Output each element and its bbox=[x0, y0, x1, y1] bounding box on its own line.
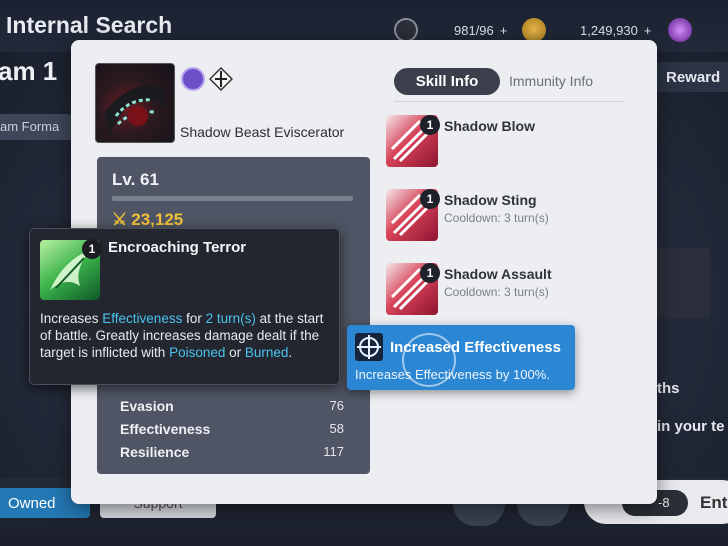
tab-skill-info[interactable]: Skill Info bbox=[394, 68, 500, 95]
info-tabs: Skill Info Immunity Info bbox=[394, 68, 620, 95]
crystal-resource[interactable] bbox=[668, 18, 692, 42]
crystal-icon bbox=[668, 18, 692, 42]
gold-value: 1,249,930 bbox=[580, 22, 638, 38]
effectiveness-buff-icon bbox=[355, 333, 383, 361]
background-text-1: ths bbox=[657, 380, 680, 397]
tooltip-description: Increases Effectiveness for 2 turn(s) at… bbox=[40, 310, 336, 361]
skill-level-badge: 1 bbox=[420, 263, 440, 283]
hero-card-right[interactable] bbox=[655, 248, 710, 318]
hero-name: Shadow Beast Eviscerator bbox=[180, 124, 345, 140]
skill-cooldown: Cooldown: 3 turn(s) bbox=[444, 285, 549, 299]
tab-divider bbox=[394, 101, 624, 102]
swords-icon: ⚔ bbox=[112, 210, 128, 229]
team-label: am 1 bbox=[0, 56, 58, 86]
desc-highlight: 2 turn(s) bbox=[205, 311, 256, 326]
desc-highlight[interactable]: Poisoned bbox=[169, 345, 225, 360]
stamina-resource[interactable]: 981/96 + bbox=[394, 18, 507, 42]
skill-name: Shadow Sting bbox=[444, 192, 537, 208]
desc-highlight[interactable]: Burned bbox=[245, 345, 289, 360]
gold-icon bbox=[522, 18, 546, 42]
desc-text: for bbox=[182, 311, 206, 326]
background-text-2: in your te bbox=[657, 418, 725, 435]
combat-power-value: 23,125 bbox=[131, 210, 184, 229]
tap-indicator bbox=[402, 333, 456, 387]
stat-value: 58 bbox=[329, 421, 344, 436]
combat-power: ⚔ 23,125 bbox=[112, 210, 183, 230]
element-badge-icon bbox=[181, 67, 205, 91]
stat-label: Effectiveness bbox=[120, 421, 211, 437]
stat-row-resilience: Resilience 117 bbox=[120, 444, 344, 460]
add-stamina-icon[interactable]: + bbox=[500, 23, 508, 38]
tab-immunity-info[interactable]: Immunity Info bbox=[509, 73, 593, 89]
stat-label: Resilience bbox=[120, 444, 190, 460]
skill-name: Shadow Assault bbox=[444, 266, 552, 282]
level-bar bbox=[112, 196, 353, 201]
stat-value: 76 bbox=[329, 398, 344, 413]
stat-row-effectiveness: Effectiveness 58 bbox=[120, 421, 344, 437]
enter-label: Ente bbox=[700, 493, 728, 512]
formation-button[interactable]: am Forma bbox=[0, 114, 72, 140]
skill-cooldown: Cooldown: 3 turn(s) bbox=[444, 211, 549, 225]
desc-text: Increases bbox=[40, 311, 103, 326]
stamina-icon bbox=[394, 18, 418, 42]
hero-level: Lv. 61 bbox=[112, 170, 159, 189]
stamina-value: 981/96 bbox=[454, 22, 494, 38]
hero-portrait bbox=[95, 63, 175, 143]
add-gold-icon[interactable]: + bbox=[644, 23, 652, 38]
gold-resource[interactable]: 1,249,930 + bbox=[522, 18, 651, 42]
stat-label: Evasion bbox=[120, 398, 174, 414]
screen-title: Internal Search bbox=[6, 12, 173, 38]
desc-highlight[interactable]: Effectiveness bbox=[102, 311, 182, 326]
skill-level-badge: 1 bbox=[420, 189, 440, 209]
reward-button[interactable]: Reward bbox=[656, 62, 728, 92]
desc-text: . bbox=[288, 345, 293, 360]
class-badge-icon bbox=[208, 66, 234, 92]
stat-row-evasion: Evasion 76 bbox=[120, 398, 344, 414]
skill-level-badge: 1 bbox=[420, 115, 440, 135]
stat-value: 117 bbox=[323, 444, 344, 459]
skill-name: Shadow Blow bbox=[444, 118, 535, 134]
tooltip-skill-badge: 1 bbox=[82, 239, 102, 259]
desc-text: or bbox=[225, 345, 245, 360]
tooltip-title: Encroaching Terror bbox=[108, 239, 247, 256]
